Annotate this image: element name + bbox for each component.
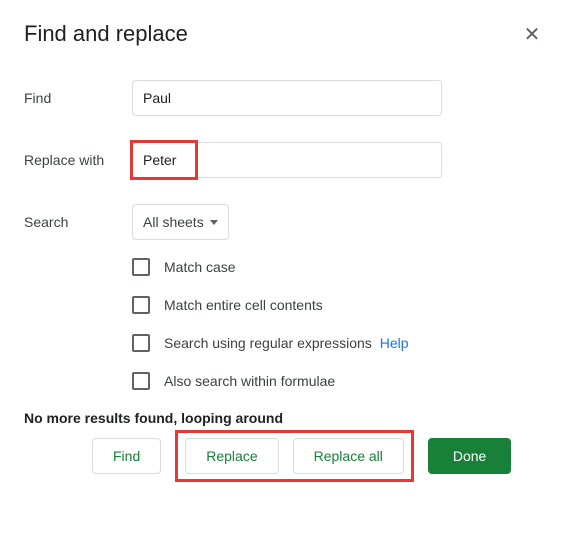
replace-input[interactable]	[132, 142, 442, 178]
find-input[interactable]	[132, 80, 442, 116]
done-button[interactable]: Done	[428, 438, 511, 474]
match-case-checkbox[interactable]	[132, 258, 150, 276]
match-case-label: Match case	[164, 259, 236, 275]
find-button[interactable]: Find	[92, 438, 161, 474]
search-scope-value: All sheets	[143, 214, 204, 230]
search-label: Search	[24, 214, 132, 230]
replace-label: Replace with	[24, 152, 132, 168]
search-scope-select[interactable]: All sheets	[132, 204, 229, 240]
close-button[interactable]: ✕	[518, 20, 546, 48]
regex-help-link[interactable]: Help	[380, 335, 409, 351]
dialog-title: Find and replace	[24, 21, 188, 47]
replace-button[interactable]: Replace	[185, 438, 278, 474]
match-entire-checkbox[interactable]	[132, 296, 150, 314]
replace-all-button[interactable]: Replace all	[293, 438, 404, 474]
status-message: No more results found, looping around	[24, 410, 546, 426]
formulae-checkbox[interactable]	[132, 372, 150, 390]
formulae-label: Also search within formulae	[164, 373, 335, 389]
find-label: Find	[24, 90, 132, 106]
chevron-down-icon	[210, 220, 218, 225]
close-icon: ✕	[524, 22, 541, 47]
regex-label: Search using regular expressions	[164, 335, 372, 351]
regex-checkbox[interactable]	[132, 334, 150, 352]
match-entire-label: Match entire cell contents	[164, 297, 323, 313]
